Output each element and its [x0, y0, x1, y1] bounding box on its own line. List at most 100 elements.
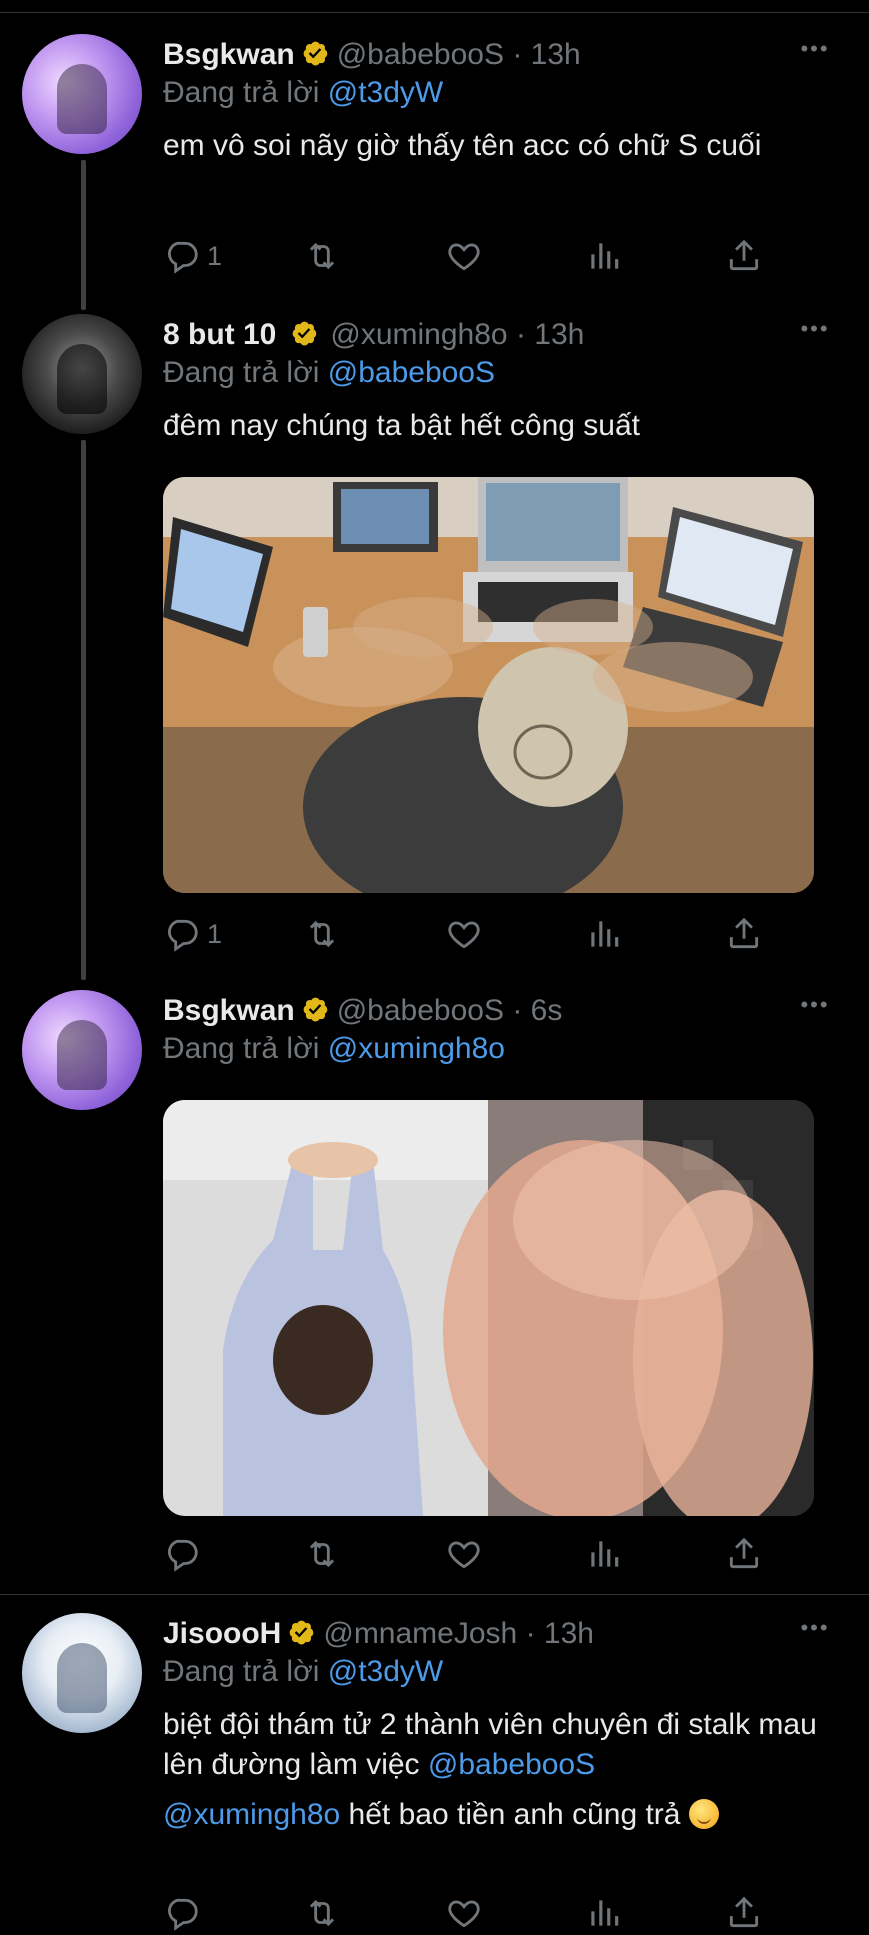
display-name[interactable]: Bsgkwan — [163, 38, 295, 71]
views-button[interactable] — [585, 234, 623, 278]
action-bar: 1 — [163, 234, 763, 278]
retweet-button[interactable] — [303, 234, 341, 278]
reply-context: Đang trả lời @xumingh8o — [163, 1030, 829, 1068]
retweet-icon — [309, 1899, 335, 1927]
share-icon — [729, 1896, 759, 1928]
mention-link[interactable]: @babebooS — [428, 1748, 595, 1781]
retweet-icon — [309, 1540, 335, 1568]
verified-badge-icon — [289, 1620, 314, 1645]
share-button[interactable] — [725, 912, 763, 956]
share-button[interactable] — [725, 1891, 763, 1935]
timestamp[interactable]: · 13h — [512, 38, 580, 71]
avatar[interactable] — [22, 990, 142, 1110]
reply-button[interactable]: 1 — [163, 912, 222, 956]
tweet-header: Bsgkwan @babebooS · 6s ••• — [163, 992, 829, 1030]
share-icon — [729, 239, 759, 271]
retweet-button[interactable] — [303, 1532, 341, 1576]
avatar[interactable] — [22, 314, 142, 434]
reply-mention[interactable]: @t3dyW — [328, 1655, 443, 1688]
tweet-text: em vô soi nãy giờ thấy tên acc có chữ S … — [163, 129, 762, 162]
like-button[interactable] — [445, 1532, 483, 1576]
reply-count: 1 — [207, 918, 223, 949]
relieved-face-emoji — [688, 1799, 719, 1829]
timestamp[interactable]: · 13h — [516, 318, 584, 351]
views-icon — [591, 243, 619, 269]
user-handle[interactable]: @xumingh8o — [330, 318, 507, 351]
like-button[interactable] — [445, 1891, 483, 1935]
views-icon — [591, 1900, 619, 1926]
reply-prefix: Đang trả lời — [163, 76, 320, 109]
reply-context: Đang trả lời @babebooS — [163, 354, 829, 392]
retweet-icon — [309, 242, 335, 270]
reply-icon — [168, 919, 198, 952]
more-icon[interactable]: ••• — [795, 316, 835, 354]
reply-count: 1 — [207, 240, 223, 271]
timestamp[interactable]: · 13h — [526, 1617, 594, 1650]
tweet-photo-stretch-typing[interactable] — [163, 1100, 814, 1516]
avatar[interactable] — [22, 34, 142, 154]
like-button[interactable] — [445, 912, 483, 956]
reply-icon — [168, 241, 198, 274]
views-icon — [591, 1541, 619, 1567]
share-icon — [729, 1537, 759, 1569]
share-icon — [729, 917, 759, 949]
like-icon — [448, 243, 480, 271]
tweet-text: biệt đội thám tử 2 thành viên chuyên đi … — [163, 1705, 829, 1835]
verified-badge-icon — [293, 321, 317, 346]
thread-connector — [81, 160, 86, 310]
reply-prefix: Đang trả lời — [163, 356, 320, 389]
reply-button[interactable] — [163, 1891, 207, 1935]
views-button[interactable] — [585, 1532, 623, 1576]
verified-badge-icon — [303, 41, 328, 66]
avatar[interactable] — [22, 1613, 142, 1733]
display-name[interactable]: 8 but 10 — [163, 318, 276, 351]
reply-prefix: Đang trả lời — [163, 1032, 320, 1065]
like-icon — [448, 1900, 480, 1928]
reply-icon — [168, 1539, 198, 1572]
views-button[interactable] — [585, 1891, 623, 1935]
views-icon — [591, 921, 619, 947]
more-icon[interactable]: ••• — [795, 992, 835, 1030]
share-button[interactable] — [725, 234, 763, 278]
reply-context: Đang trả lời @t3dyW — [163, 74, 829, 112]
share-button[interactable] — [725, 1532, 763, 1576]
user-handle[interactable]: @babebooS — [337, 994, 504, 1027]
reply-mention[interactable]: @xumingh8o — [328, 1032, 505, 1065]
like-icon — [448, 921, 480, 949]
tweet-header: JisoooH @mnameJosh · 13h ••• — [163, 1615, 829, 1653]
tweet-header: Bsgkwan @babebooS · 13h ••• — [163, 36, 829, 74]
views-button[interactable] — [585, 912, 623, 956]
action-bar — [163, 1891, 763, 1935]
retweet-button[interactable] — [303, 912, 341, 956]
top-divider — [0, 12, 869, 13]
retweet-button[interactable] — [303, 1891, 341, 1935]
tweet-photo-office-laptops[interactable] — [163, 477, 814, 893]
display-name[interactable]: Bsgkwan — [163, 994, 295, 1027]
display-name[interactable]: JisoooH — [163, 1617, 281, 1650]
verified-badge-icon — [303, 997, 328, 1022]
reply-prefix: Đang trả lời — [163, 1655, 320, 1688]
photo-stretch-typing — [163, 1100, 814, 1516]
like-icon — [448, 1541, 480, 1569]
reply-context: Đang trả lời @t3dyW — [163, 1653, 829, 1691]
tweet-divider — [0, 1594, 869, 1595]
timestamp[interactable]: · 6s — [512, 994, 562, 1027]
like-button[interactable] — [445, 234, 483, 278]
more-icon[interactable]: ••• — [795, 36, 835, 74]
tweet-text-part: hết bao tiền anh cũng trả — [340, 1798, 689, 1831]
reply-mention[interactable]: @babebooS — [328, 356, 495, 389]
photo-office-laptops — [163, 477, 814, 893]
action-bar — [163, 1532, 763, 1576]
user-handle[interactable]: @babebooS — [337, 38, 504, 71]
reply-icon — [168, 1898, 198, 1931]
more-icon[interactable]: ••• — [795, 1615, 835, 1653]
retweet-icon — [309, 920, 335, 948]
tweet-header: 8 but 10 @xumingh8o · 13h ••• — [163, 316, 829, 354]
reply-mention[interactable]: @t3dyW — [328, 76, 443, 109]
action-bar: 1 — [163, 912, 763, 956]
tweet-text: đêm nay chúng ta bật hết công suất — [163, 409, 640, 442]
mention-link[interactable]: @xumingh8o — [163, 1798, 340, 1831]
reply-button[interactable] — [163, 1532, 207, 1576]
reply-button[interactable]: 1 — [163, 234, 222, 278]
user-handle[interactable]: @mnameJosh — [323, 1617, 517, 1650]
